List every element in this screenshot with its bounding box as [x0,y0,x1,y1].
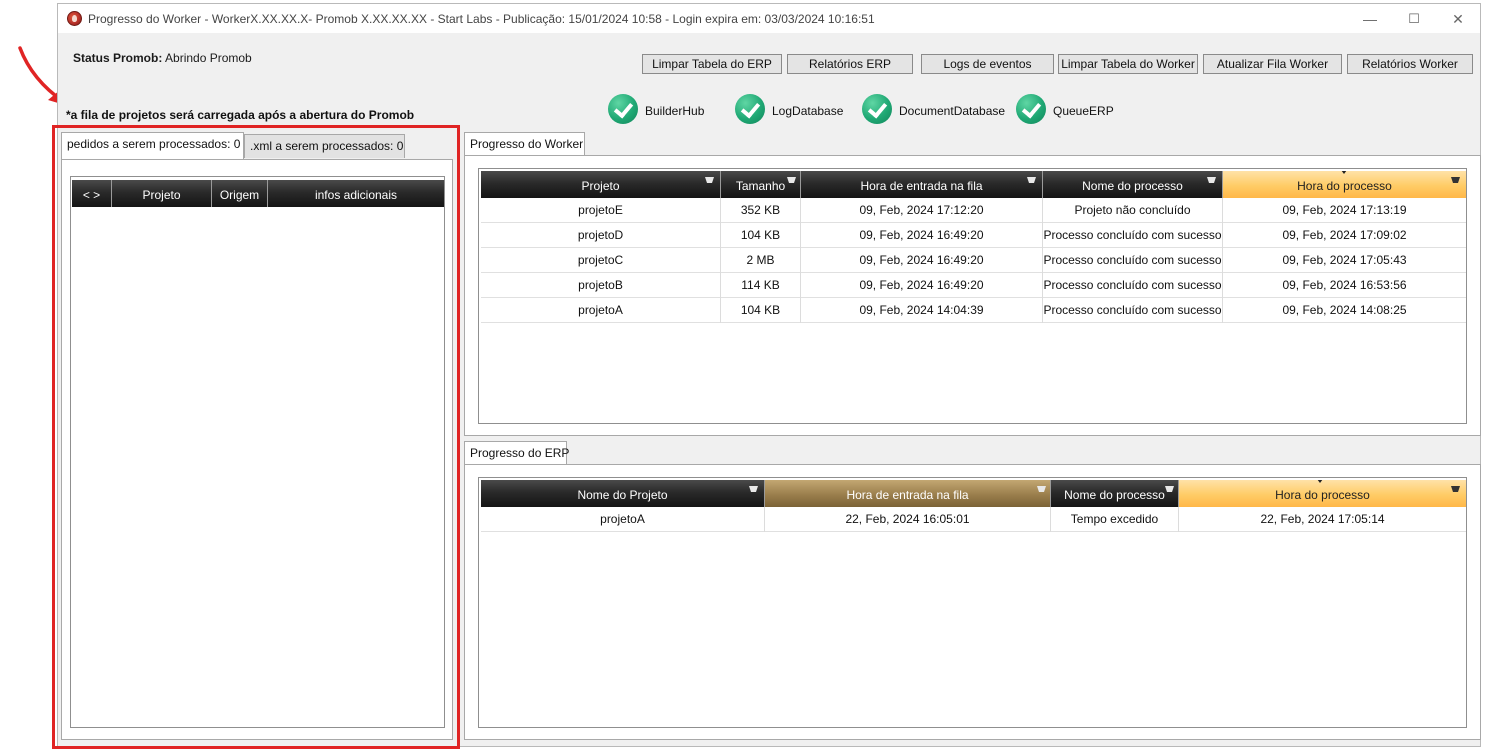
refresh-worker-queue-button[interactable]: Atualizar Fila Worker [1203,54,1342,74]
table-cell: Tempo excedido [1051,507,1179,532]
tab-erp-progress[interactable]: Progresso do ERP [464,441,569,465]
table-cell: 22, Feb, 2024 17:05:14 [1260,512,1385,526]
logdatabase-check-icon [735,94,765,124]
erp-reports-button[interactable]: Relatórios ERP [787,54,913,74]
maximize-button[interactable]: ☐ [1392,8,1436,30]
app-logo-icon [67,11,82,26]
col-tamanho[interactable]: Tamanho [721,171,801,198]
table-row[interactable]: projetoE 352 KB 09, Feb, 2024 17:12:20 Proj… [481,198,1466,223]
table-cell: 22, Feb, 2024 16:05:01 [765,507,1051,532]
table-row[interactable]: projetoB 114 KB 09, Feb, 2024 16:49:20 Proc… [481,273,1466,298]
erp-grid-header: Nome do Projeto Hora de entrada na fila … [481,480,1466,507]
filter-icon[interactable] [1451,177,1460,186]
table-cell: 09, Feb, 2024 16:49:20 [801,273,1043,298]
table-row[interactable]: projetoC 2 MB 09, Feb, 2024 16:49:20 Proces… [481,248,1466,273]
table-cell: 09, Feb, 2024 16:49:20 [801,248,1043,273]
col-hora-processo[interactable]: Hora do processo [1179,480,1466,507]
table-cell: Processo concluído com sucesso [1043,273,1223,298]
col-hora-entrada[interactable]: Hora de entrada na fila [765,480,1051,507]
queue-note: *a fila de projetos será carregada após … [66,108,415,122]
table-cell: projetoD [481,223,721,248]
service-queueerp: QueueERP [1053,104,1114,118]
table-cell: projetoB [481,273,721,298]
col-projeto[interactable]: Projeto [481,171,721,198]
filter-icon[interactable] [787,177,796,186]
status-promob: Status Promob: Abrindo Promob [73,51,252,65]
window-title: Progresso do Worker - WorkerX.XX.XX.X- P… [88,12,875,26]
col-nome-processo[interactable]: Nome do processo [1051,480,1179,507]
worker-grid-header: Projeto Tamanho Hora de entrada na fila … [481,171,1466,198]
table-cell: projetoE [481,198,721,223]
filter-icon[interactable] [1451,486,1460,495]
filter-icon[interactable] [749,486,758,495]
table-cell: 09, Feb, 2024 17:13:19 [1282,203,1407,217]
builderhub-check-icon [608,94,638,124]
queueerp-check-icon [1016,94,1046,124]
col-nome-processo[interactable]: Nome do processo [1043,171,1223,198]
tab-worker-progress[interactable]: Progresso do Worker [464,132,585,156]
table-cell: 09, Feb, 2024 17:12:20 [801,198,1043,223]
table-cell: projetoA [481,507,765,532]
service-builderhub: BuilderHub [645,104,705,118]
col-hora-entrada[interactable]: Hora de entrada na fila [801,171,1043,198]
sort-desc-icon [1317,480,1323,483]
table-cell: 352 KB [721,198,801,223]
table-cell: 114 KB [721,273,801,298]
status-label: Status Promob: [73,51,163,65]
table-cell: Projeto não concluído [1043,198,1223,223]
table-cell: projetoC [481,248,721,273]
filter-icon[interactable] [1037,486,1046,495]
annotation-highlight-box [52,125,460,749]
event-logs-button[interactable]: Logs de eventos [921,54,1054,74]
table-cell: 09, Feb, 2024 14:08:25 [1282,303,1407,317]
worker-reports-button[interactable]: Relatórios Worker [1347,54,1473,74]
filter-icon[interactable] [1207,177,1216,186]
minimize-button[interactable]: — [1348,8,1392,30]
service-logdatabase: LogDatabase [772,104,844,118]
documentdatabase-check-icon [862,94,892,124]
col-hora-processo[interactable]: Hora do processo [1223,171,1466,198]
table-cell: 104 KB [721,298,801,323]
table-row[interactable]: projetoD 104 KB 09, Feb, 2024 16:49:20 Proc… [481,223,1466,248]
sort-desc-icon [1341,171,1347,174]
table-cell: 09, Feb, 2024 17:09:02 [1282,228,1407,242]
filter-icon[interactable] [705,177,714,186]
col-nome-projeto[interactable]: Nome do Projeto [481,480,765,507]
table-row[interactable]: projetoA 104 KB 09, Feb, 2024 14:04:39 Proc… [481,298,1466,323]
table-cell: Processo concluído com sucesso [1043,298,1223,323]
clear-erp-table-button[interactable]: Limpar Tabela do ERP [642,54,782,74]
close-button[interactable]: ✕ [1436,8,1480,30]
table-cell: 09, Feb, 2024 14:04:39 [801,298,1043,323]
table-cell: Processo concluído com sucesso [1043,223,1223,248]
service-documentdatabase: DocumentDatabase [899,104,1006,118]
table-cell: 09, Feb, 2024 16:49:20 [801,223,1043,248]
filter-icon[interactable] [1027,177,1036,186]
table-row[interactable]: projetoA 22, Feb, 2024 16:05:01 Tempo exce… [481,507,1466,532]
table-cell: 09, Feb, 2024 16:53:56 [1282,278,1407,292]
table-cell: 104 KB [721,223,801,248]
status-value: Abrindo Promob [165,51,252,65]
filter-icon[interactable] [1165,486,1174,495]
title-bar: Progresso do Worker - WorkerX.XX.XX.X- P… [58,4,1480,33]
table-cell: 09, Feb, 2024 17:05:43 [1282,253,1407,267]
table-cell: projetoA [481,298,721,323]
table-cell: 2 MB [721,248,801,273]
clear-worker-table-button[interactable]: Limpar Tabela do Worker [1058,54,1198,74]
table-cell: Processo concluído com sucesso [1043,248,1223,273]
